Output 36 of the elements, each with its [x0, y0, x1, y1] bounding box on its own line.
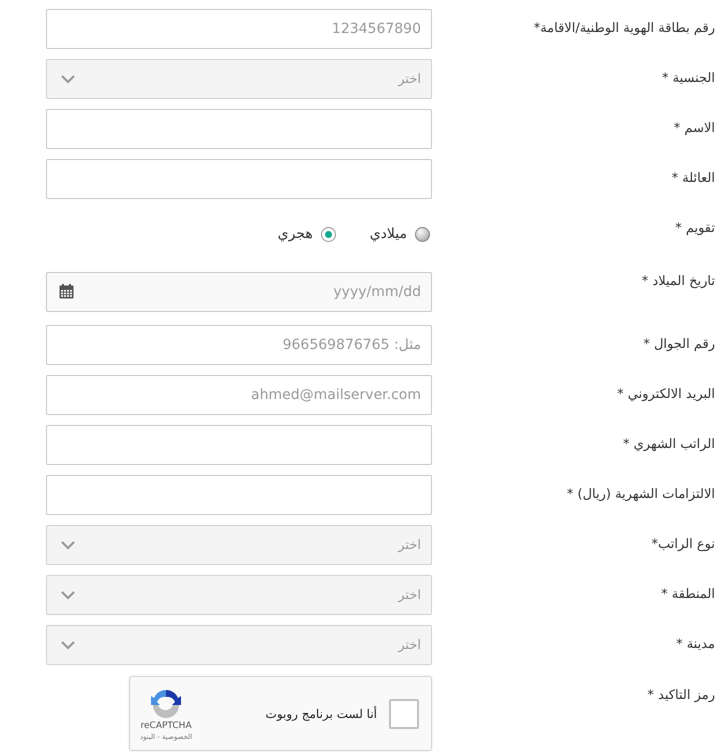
calendar-icon: [59, 284, 74, 299]
field-label: الاسم *: [672, 120, 715, 138]
select-field[interactable]: اختر: [46, 625, 432, 665]
text-field[interactable]: مثل: 966569876765: [46, 325, 432, 365]
chevron-down-icon: [61, 590, 75, 600]
field-label: الراتب الشهري *: [622, 436, 715, 454]
field-label: مدينة *: [675, 636, 715, 654]
field-label: البريد الالكتروني *: [616, 386, 715, 404]
select-field[interactable]: اختر: [46, 575, 432, 615]
radio-option[interactable]: هجري: [278, 226, 336, 242]
brand-name: reCAPTCHA: [140, 720, 192, 730]
text-field[interactable]: 1234567890: [46, 9, 432, 49]
text-field[interactable]: ahmed@mailserver.com: [46, 375, 432, 415]
checkbox[interactable]: [389, 698, 419, 728]
field-label: تاريخ الميلاد *: [640, 273, 715, 291]
field-label: الجنسية *: [660, 70, 715, 88]
field-label: رمز التاكيد *: [646, 687, 715, 705]
text-field[interactable]: [46, 159, 432, 199]
chevron-down-icon: [61, 640, 75, 650]
field-label: تقويم *: [674, 220, 715, 238]
select-field[interactable]: اختر: [46, 59, 432, 99]
field-label: رقم بطاقة الهوية الوطنية/الاقامة*: [532, 20, 715, 38]
select-field[interactable]: اختر: [46, 525, 432, 565]
checkbox-label: أنا لست برنامج روبوت: [264, 706, 377, 720]
text-field[interactable]: [46, 475, 432, 515]
field-label: المنطقة *: [660, 586, 715, 604]
field-label: نوع الراتب*: [650, 536, 715, 554]
chevron-down-icon: [61, 540, 75, 550]
date-field[interactable]: yyyy/mm/dd: [46, 272, 432, 312]
field-label: رقم الجوال *: [642, 336, 715, 354]
radio-option[interactable]: ميلادي: [370, 226, 430, 242]
field-label: الالتزامات الشهرية (ريال) *: [566, 486, 715, 504]
text-field[interactable]: [46, 425, 432, 465]
field-label: العائلة *: [670, 170, 715, 188]
chevron-down-icon: [61, 74, 75, 84]
text-field[interactable]: [46, 109, 432, 149]
